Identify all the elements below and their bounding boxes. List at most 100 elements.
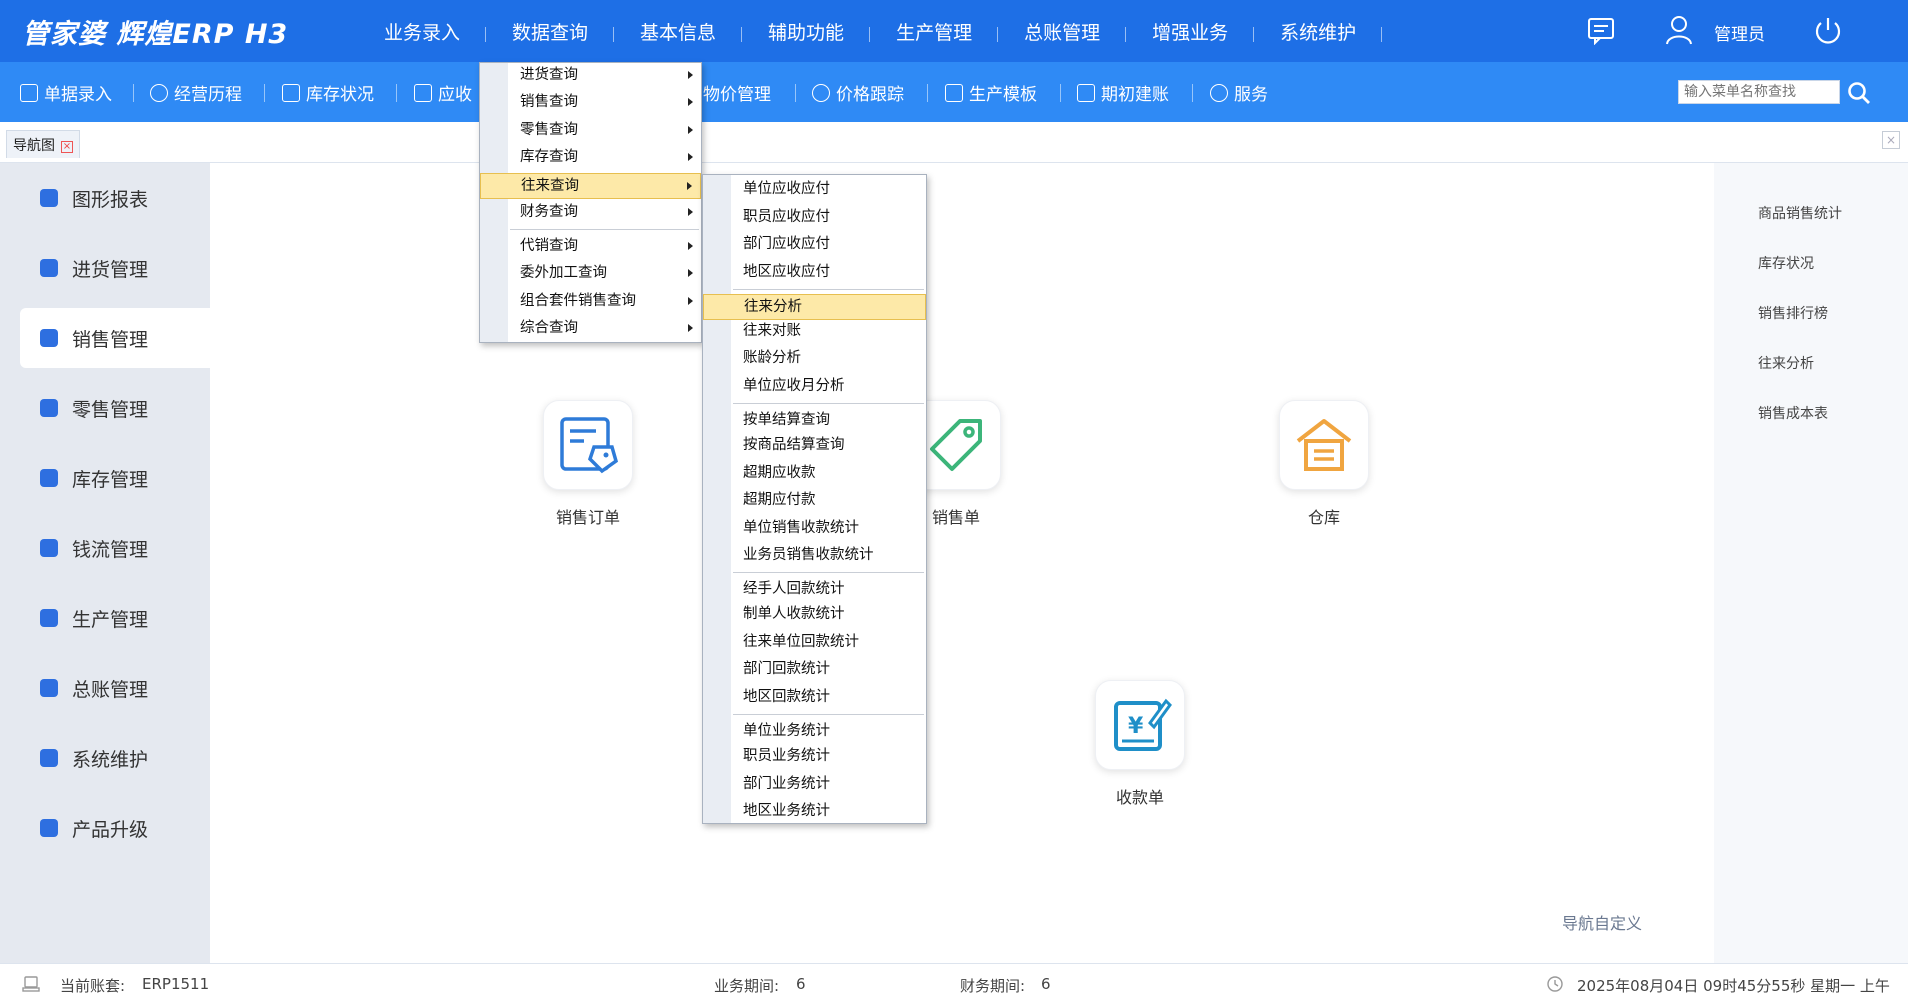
history-icon: [150, 83, 168, 102]
topnav-business-entry[interactable]: 业务录入: [358, 18, 487, 45]
submenu-arrow-icon: [688, 153, 693, 161]
topnav-production[interactable]: 生产管理: [870, 18, 999, 45]
submenu-item[interactable]: 按商品结算查询: [703, 433, 926, 459]
top-nav: 业务录入 数据查询 基本信息 辅助功能 生产管理 总账管理 增强业务 系统维护: [358, 0, 1383, 62]
account-query-submenu: 单位应收应付 职员应收应付 部门应收应付 地区应收应付 往来分析 往来对账 账龄…: [702, 174, 927, 824]
nav-customize-link[interactable]: 导航自定义: [1562, 910, 1642, 934]
tab-navigation-map[interactable]: 导航图 ×: [6, 130, 80, 158]
setup-icon: [1077, 83, 1095, 102]
submenu-item[interactable]: 往来对账: [703, 319, 926, 345]
submenu-item[interactable]: 部门业务统计: [703, 772, 926, 798]
toolbar-opening-setup[interactable]: 期初建账: [1077, 80, 1169, 105]
right-panel: 商品销售统计 库存状况 销售排行榜 往来分析 销售成本表: [1714, 163, 1908, 963]
topnav-data-query[interactable]: 数据查询: [486, 18, 615, 45]
settings-icon: [40, 749, 58, 767]
menu-item-finance-query[interactable]: 财务查询: [480, 200, 701, 226]
topnav-system[interactable]: 系统维护: [1254, 18, 1383, 45]
menu-item-general-query[interactable]: 综合查询: [480, 316, 701, 342]
submenu-item[interactable]: 部门应收应付: [703, 232, 926, 258]
data-query-menu: 进货查询 销售查询 零售查询 库存查询 往来查询 财务查询 代销查询 委外加工查…: [479, 62, 702, 343]
submenu-item[interactable]: 超期应收款: [703, 461, 926, 487]
submenu-item[interactable]: 单位应收月分析: [703, 374, 926, 400]
submenu-item[interactable]: 经手人回款统计: [703, 577, 926, 603]
app-logo: 管家婆 辉煌ERP H3: [22, 19, 289, 50]
tracking-icon: [812, 83, 830, 102]
right-link-sales-ranking[interactable]: 销售排行榜: [1758, 303, 1828, 323]
menu-item-account-query[interactable]: 往来查询: [480, 173, 701, 199]
submenu-item[interactable]: 业务员销售收款统计: [703, 543, 926, 569]
right-link-stock-status[interactable]: 库存状况: [1758, 253, 1814, 273]
search-icon[interactable]: [1846, 80, 1872, 106]
menu-item-purchase-query[interactable]: 进货查询: [480, 63, 701, 89]
topnav-aux-functions[interactable]: 辅助功能: [742, 18, 871, 45]
sidebar-item-cashflow[interactable]: 钱流管理: [20, 518, 210, 578]
receipt-icon: ¥: [1095, 680, 1185, 770]
submenu-item[interactable]: 单位业务统计: [703, 719, 926, 745]
toolbar-production-template[interactable]: 生产模板: [945, 80, 1037, 105]
svg-text:¥: ¥: [1128, 714, 1144, 739]
sidebar-item-sales[interactable]: 销售管理: [20, 308, 210, 368]
user-icon[interactable]: [1664, 14, 1696, 50]
submenu-arrow-icon: [688, 324, 693, 332]
submenu-item-account-analysis[interactable]: 往来分析: [703, 294, 926, 320]
submenu-item[interactable]: 地区应收应付: [703, 260, 926, 286]
tile-warehouse[interactable]: 仓库: [1274, 400, 1374, 528]
submenu-item[interactable]: 超期应付款: [703, 488, 926, 514]
toolbar-document-entry[interactable]: 单据录入: [20, 80, 112, 105]
menu-item-outsourcing-query[interactable]: 委外加工查询: [480, 261, 701, 287]
retail-icon: [40, 399, 58, 417]
template-icon: [945, 83, 963, 102]
sidebar-item-upgrade[interactable]: 产品升级: [20, 798, 210, 858]
toolbar-service[interactable]: 服务: [1210, 80, 1268, 105]
close-icon[interactable]: ×: [61, 141, 73, 153]
submenu-item[interactable]: 往来单位回款统计: [703, 630, 926, 656]
sidebar-item-inventory[interactable]: 库存管理: [20, 448, 210, 508]
power-icon[interactable]: [1812, 15, 1844, 51]
topnav-basic-info[interactable]: 基本信息: [614, 18, 743, 45]
chart-icon: [40, 189, 58, 207]
submenu-item[interactable]: 职员业务统计: [703, 744, 926, 770]
submenu-item[interactable]: 账龄分析: [703, 346, 926, 372]
submenu-item[interactable]: 职员应收应付: [703, 205, 926, 231]
sidebar-item-production[interactable]: 生产管理: [20, 588, 210, 648]
submenu-item[interactable]: 单位应收应付: [703, 177, 926, 203]
toolbar-price-tracking[interactable]: 价格跟踪: [812, 80, 904, 105]
warehouse-icon: [1279, 400, 1369, 490]
sales-icon: [40, 329, 58, 347]
toolbar-receivable[interactable]: 应收: [414, 80, 472, 105]
close-all-icon[interactable]: ×: [1882, 131, 1900, 149]
menu-item-bundle-sales-query[interactable]: 组合套件销售查询: [480, 289, 701, 315]
topnav-ledger[interactable]: 总账管理: [998, 18, 1127, 45]
sidebar-item-purchase[interactable]: 进货管理: [20, 238, 210, 298]
sidebar-item-retail[interactable]: 零售管理: [20, 378, 210, 438]
toolbar-stock-status[interactable]: 库存状况: [282, 80, 374, 105]
tile-receipt[interactable]: ¥ 收款单: [1090, 680, 1190, 808]
submenu-item[interactable]: 地区回款统计: [703, 685, 926, 711]
user-name[interactable]: 管理员: [1714, 20, 1765, 45]
submenu-item[interactable]: 部门回款统计: [703, 657, 926, 683]
submenu-arrow-icon: [688, 269, 693, 277]
order-tag-icon: [543, 400, 633, 490]
submenu-item[interactable]: 按单结算查询: [703, 408, 926, 434]
submenu-arrow-icon: [687, 182, 692, 190]
sidebar-item-ledger[interactable]: 总账管理: [20, 658, 210, 718]
right-link-sales-cost[interactable]: 销售成本表: [1758, 403, 1828, 423]
tile-sales-order[interactable]: 销售订单: [538, 400, 638, 528]
submenu-item[interactable]: 制单人收款统计: [703, 602, 926, 628]
message-icon[interactable]: [1586, 15, 1616, 49]
fin-period-value: 6: [1041, 975, 1051, 993]
menu-item-consignment-query[interactable]: 代销查询: [480, 234, 701, 260]
submenu-item[interactable]: 单位销售收款统计: [703, 516, 926, 542]
sidebar-item-system[interactable]: 系统维护: [20, 728, 210, 788]
right-link-product-sales-stats[interactable]: 商品销售统计: [1758, 203, 1842, 223]
submenu-item[interactable]: 地区业务统计: [703, 799, 926, 825]
right-link-account-analysis[interactable]: 往来分析: [1758, 353, 1814, 373]
topnav-enhanced[interactable]: 增强业务: [1126, 18, 1255, 45]
toolbar-history[interactable]: 经营历程: [150, 80, 242, 105]
menu-item-retail-query[interactable]: 零售查询: [480, 118, 701, 144]
menu-item-inventory-query[interactable]: 库存查询: [480, 145, 701, 171]
sidebar-item-charts[interactable]: 图形报表: [20, 168, 210, 228]
menu-search-input[interactable]: [1678, 80, 1840, 104]
toolbar-price-management[interactable]: 物价管理: [703, 80, 771, 105]
menu-item-sales-query[interactable]: 销售查询: [480, 90, 701, 116]
